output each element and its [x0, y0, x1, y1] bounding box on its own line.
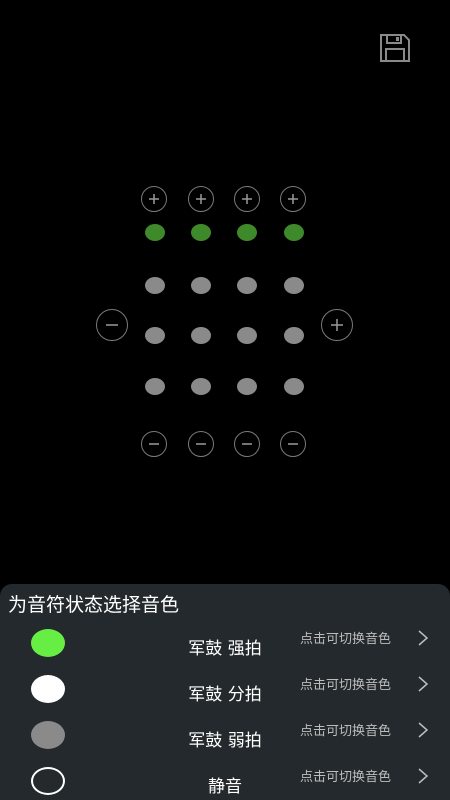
chevron-right-icon [418, 768, 429, 784]
plus-icon [196, 194, 206, 204]
beat-dot[interactable] [191, 378, 211, 395]
plus-icon [149, 194, 159, 204]
beat-dot[interactable] [145, 378, 165, 395]
minus-icon [196, 443, 206, 445]
column-1-remove-button[interactable] [141, 431, 167, 457]
remove-beat-button[interactable] [96, 309, 128, 341]
tone-row-accent[interactable]: 军鼓 强拍 点击可切换音色 [0, 622, 450, 666]
add-beat-button[interactable] [321, 309, 353, 341]
column-2-remove-button[interactable] [188, 431, 214, 457]
tone-label: 静音 [208, 777, 242, 797]
column-3-remove-button[interactable] [234, 431, 260, 457]
beat-dot[interactable] [191, 224, 211, 241]
beat-dot[interactable] [237, 327, 257, 344]
column-1-add-button[interactable] [141, 186, 167, 212]
color-swatch [31, 721, 65, 749]
beat-dot[interactable] [237, 277, 257, 294]
tone-select-panel: 为音符状态选择音色 军鼓 强拍 点击可切换音色 军鼓 分拍 点击可切换音色 军鼓… [0, 584, 450, 800]
color-swatch [31, 767, 65, 795]
beat-dot[interactable] [191, 277, 211, 294]
tone-row-weak[interactable]: 军鼓 弱拍 点击可切换音色 [0, 714, 450, 758]
beat-dot[interactable] [284, 224, 304, 241]
minus-icon [288, 443, 298, 445]
beat-dot[interactable] [191, 327, 211, 344]
metronome-screen: 为音符状态选择音色 军鼓 强拍 点击可切换音色 军鼓 分拍 点击可切换音色 军鼓… [0, 0, 450, 800]
plus-icon [331, 319, 343, 331]
plus-icon [242, 194, 252, 204]
column-4-add-button[interactable] [280, 186, 306, 212]
tone-row-subdivision[interactable]: 军鼓 分拍 点击可切换音色 [0, 668, 450, 712]
tone-hint: 点击可切换音色 [300, 632, 392, 647]
tone-hint: 点击可切换音色 [300, 724, 392, 739]
tone-hint: 点击可切换音色 [300, 770, 392, 785]
panel-title: 为音符状态选择音色 [8, 594, 180, 616]
beat-dot[interactable] [284, 378, 304, 395]
beat-dot[interactable] [145, 327, 165, 344]
column-3-add-button[interactable] [234, 186, 260, 212]
chevron-right-icon [418, 676, 429, 692]
tone-label: 军鼓 强拍 [188, 639, 262, 659]
beat-dot[interactable] [237, 378, 257, 395]
chevron-right-icon [418, 722, 429, 738]
tone-label: 军鼓 弱拍 [188, 731, 262, 751]
beat-dot[interactable] [284, 327, 304, 344]
beat-dot[interactable] [145, 224, 165, 241]
column-2-add-button[interactable] [188, 186, 214, 212]
color-swatch [31, 675, 65, 703]
chevron-right-icon [418, 630, 429, 646]
tone-hint: 点击可切换音色 [300, 678, 392, 693]
minus-icon [149, 443, 159, 445]
beat-dot[interactable] [237, 224, 257, 241]
tone-row-mute[interactable]: 静音 点击可切换音色 [0, 760, 450, 800]
plus-icon [288, 194, 298, 204]
tone-label: 军鼓 分拍 [188, 685, 262, 705]
save-icon[interactable] [378, 32, 412, 64]
beat-dot[interactable] [145, 277, 165, 294]
minus-icon [242, 443, 252, 445]
beat-dot[interactable] [284, 277, 304, 294]
minus-icon [106, 324, 118, 326]
color-swatch [31, 629, 65, 657]
column-4-remove-button[interactable] [280, 431, 306, 457]
